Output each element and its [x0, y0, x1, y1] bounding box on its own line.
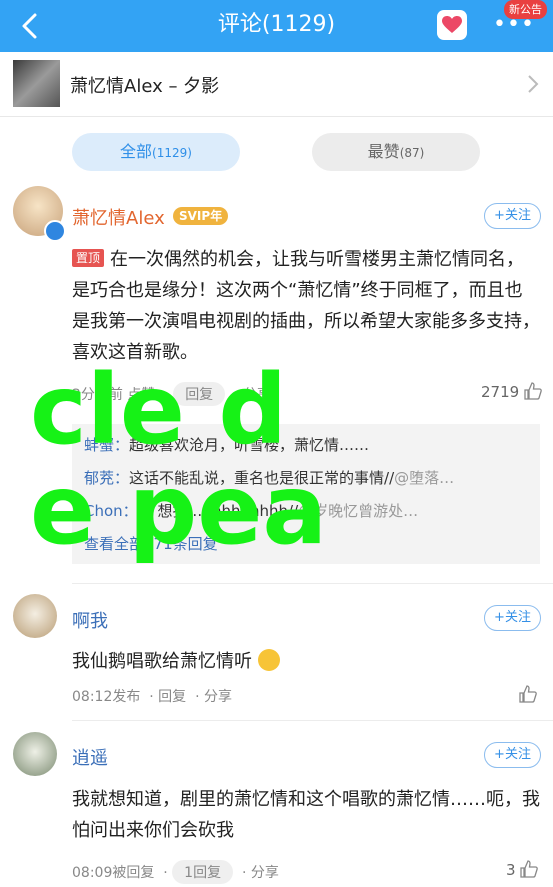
follow-button[interactable]: +关注 — [484, 203, 541, 229]
pinned-badge: 置顶 — [72, 249, 105, 267]
like-button[interactable]: 2719 — [481, 382, 542, 401]
svip-badge: SVIP年 — [173, 207, 229, 225]
comment-meta: 08:09被回复 · 1回复 · 分享 — [72, 860, 279, 884]
divider — [72, 583, 553, 584]
tab-top-liked[interactable]: 最赞(87) — [312, 133, 480, 171]
heart-button[interactable] — [437, 10, 467, 40]
verified-icon — [44, 220, 66, 242]
song-cover — [13, 60, 60, 107]
comment-time: 08:09被回复 — [72, 865, 155, 881]
like-button[interactable]: 3 — [506, 860, 539, 879]
emoji-icon — [257, 649, 280, 671]
avatar[interactable] — [13, 732, 57, 776]
overlay-text-line2: e pea — [30, 454, 328, 566]
like-count: 2719 — [481, 383, 520, 401]
comment-text: 我就想知道，剧里的萧忆情和这个唱歌的萧忆情……呃，我怕问出来你们会砍我 — [72, 789, 540, 841]
like-count: 3 — [506, 861, 516, 879]
avatar[interactable] — [13, 594, 57, 638]
comment-text: 置顶 在一次偶然的机会，让我与听雪楼男主萧忆情同名，是巧合也是缘分！这次两个“萧忆… — [72, 244, 540, 368]
thumbs-up-icon — [524, 382, 542, 400]
heart-icon — [442, 16, 462, 33]
sort-tabs: 全部(1129) 最赞(87) — [0, 133, 553, 173]
reply-button[interactable]: 1回复 — [172, 860, 234, 884]
comment-author[interactable]: 啊我 — [72, 607, 108, 633]
comment-text-content: 在一次偶然的机会，让我与听雪楼男主萧忆情同名，是巧合也是缘分！这次两个“萧忆情”… — [72, 249, 540, 363]
comment-text-content: 我仙鹅唱歌给萧忆情听 — [72, 651, 252, 672]
tab-top-liked-count: (87) — [399, 146, 425, 160]
top-bar: 评论(1129) ••• 新公告 — [0, 0, 553, 52]
follow-button[interactable]: +关注 — [484, 605, 541, 631]
share-button[interactable]: 分享 — [204, 689, 232, 705]
comment-text: 我仙鹅唱歌给萧忆情听 — [72, 646, 540, 677]
page-title: 评论(1129) — [217, 12, 336, 37]
tab-all-count: (1129) — [152, 146, 192, 160]
tab-all[interactable]: 全部(1129) — [72, 133, 240, 171]
divider — [72, 720, 553, 721]
reply-mention: @堕落… — [394, 469, 455, 487]
song-row[interactable]: 萧忆情Alex – 夕影 — [0, 52, 553, 117]
chevron-right-icon — [528, 75, 539, 93]
song-title: 萧忆情Alex – 夕影 — [70, 76, 220, 97]
follow-button[interactable]: +关注 — [484, 742, 541, 768]
notice-badge: 新公告 — [504, 0, 547, 19]
overlay-text-line1: cle d — [30, 354, 288, 466]
share-button[interactable]: 分享 — [251, 865, 279, 881]
tab-all-label: 全部 — [120, 142, 153, 161]
comment-author[interactable]: 萧忆情Alex — [72, 204, 165, 230]
comment-author[interactable]: 逍遥 — [72, 744, 108, 770]
tab-top-liked-label: 最赞 — [367, 142, 400, 161]
thumbs-up-icon — [520, 860, 539, 878]
thumbs-up-icon — [519, 685, 537, 703]
like-button[interactable] — [519, 685, 537, 707]
comment-meta: 08:12发布 · 回复 · 分享 — [72, 689, 232, 705]
reply-button[interactable]: 回复 — [158, 689, 186, 705]
comment-time: 08:12发布 — [72, 689, 141, 705]
